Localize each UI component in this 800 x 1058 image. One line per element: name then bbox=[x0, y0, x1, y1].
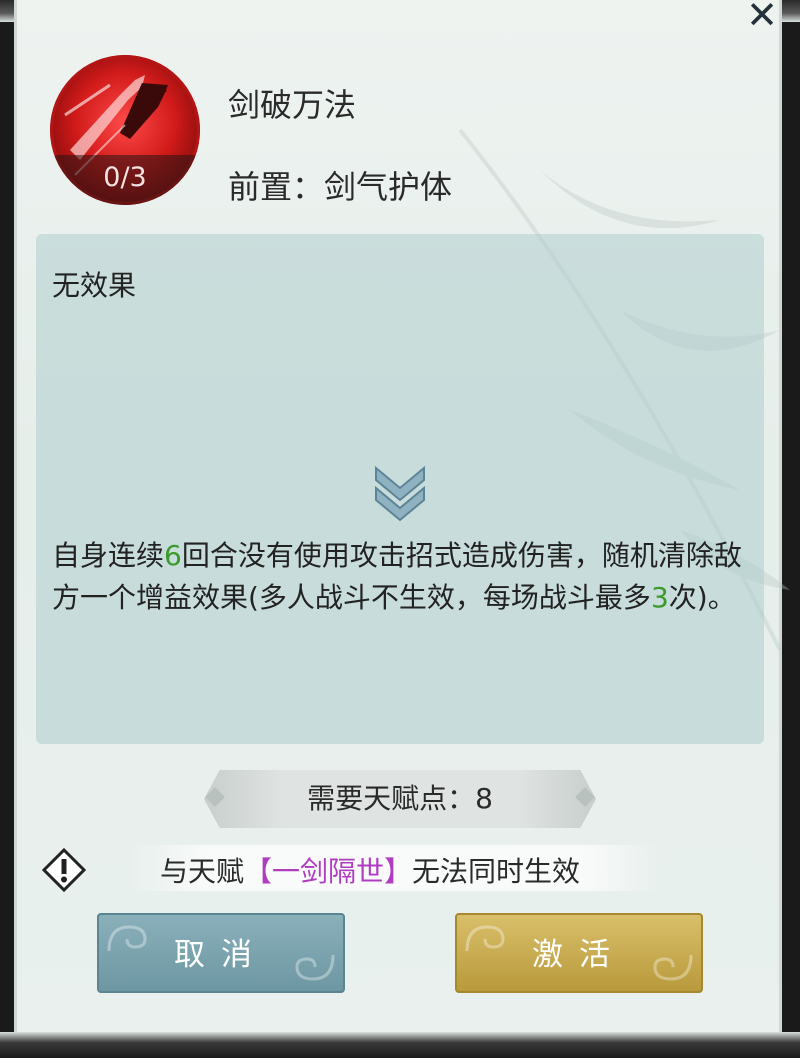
talent-cost-label: 需要天赋点：8 bbox=[307, 782, 493, 815]
conflict-suffix: 无法同时生效 bbox=[412, 855, 581, 888]
skill-prerequisite: 前置：剑气护体 bbox=[228, 168, 453, 206]
conflict-talent-name[interactable]: 【一剑隔世】 bbox=[244, 855, 412, 888]
warning-icon bbox=[42, 848, 86, 892]
cloud-ornament-icon bbox=[465, 925, 505, 952]
double-chevron-down-icon bbox=[375, 465, 425, 522]
effect-number-rounds: 6 bbox=[164, 539, 182, 572]
effect-text-part: 次)。 bbox=[668, 581, 736, 614]
effect-text-part: 自身连续 bbox=[52, 539, 165, 572]
cancel-button[interactable]: 取消 bbox=[97, 913, 345, 993]
bottom-border bbox=[0, 1032, 800, 1058]
conflict-prefix: 与天赋 bbox=[160, 855, 245, 888]
current-effect-text: 无效果 bbox=[52, 269, 137, 302]
talent-conflict-text: 与天赋【一剑隔世】无法同时生效 bbox=[160, 850, 580, 890]
cancel-button-label: 取消 bbox=[174, 937, 268, 973]
cloud-ornament-icon bbox=[653, 954, 693, 981]
close-button[interactable]: ✕ bbox=[740, 0, 784, 34]
cloud-ornament-icon bbox=[107, 925, 147, 952]
next-level-effect-text: 自身连续6回合没有使用攻击招式造成伤害，随机清除敌方一个增益效果(多人战斗不生效… bbox=[52, 535, 752, 619]
cloud-ornament-icon bbox=[295, 954, 335, 981]
effect-number-times: 3 bbox=[650, 581, 669, 614]
skill-level-count: 0/3 bbox=[50, 155, 200, 205]
activate-button[interactable]: 激活 bbox=[455, 913, 703, 993]
activate-button-label: 激活 bbox=[532, 937, 626, 973]
sword-skill-icon: 0/3 bbox=[50, 55, 200, 205]
skill-name: 剑破万法 bbox=[228, 86, 357, 124]
